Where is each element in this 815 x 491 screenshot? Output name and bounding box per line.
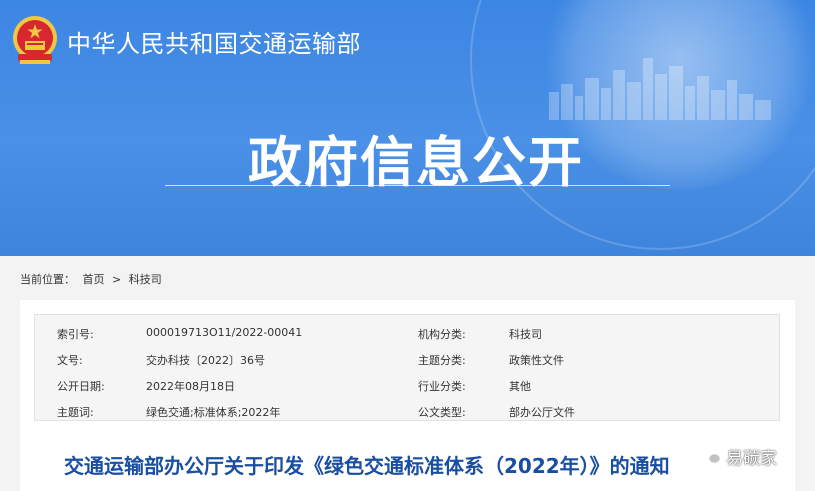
meta-value: 交办科技〔2022〕36号 — [146, 354, 265, 367]
meta-key: 公文类型: — [418, 406, 466, 419]
meta-value: 部办公厅文件 — [509, 406, 575, 419]
title-divider — [165, 185, 670, 186]
meta-key: 主题分类: — [418, 354, 466, 367]
national-emblem-icon — [13, 16, 57, 64]
meta-value: 政策性文件 — [509, 354, 564, 367]
meta-key: 机构分类: — [418, 328, 466, 341]
breadcrumb: 当前位置： 首页 > 科技司 — [20, 271, 166, 287]
document-title: 交通运输部办公厅关于印发《绿色交通标准体系（2022年）》的通知 — [64, 454, 670, 478]
meta-key: 行业分类: — [418, 380, 466, 393]
meta-value: 科技司 — [509, 328, 542, 341]
meta-value: 000019713O11/2022-00041 — [146, 326, 303, 339]
breadcrumb-separator: > — [112, 273, 122, 286]
meta-key: 索引号: — [57, 328, 94, 341]
watermark-text: 易碳家 — [726, 448, 777, 469]
meta-key: 文号: — [57, 354, 83, 367]
meta-key: 公开日期: — [57, 380, 105, 393]
header-banner: 中华人民共和国交通运输部 政府信息公开 — [0, 0, 815, 256]
org-name[interactable]: 中华人民共和国交通运输部 — [67, 24, 361, 59]
metadata-row: 主题词: 绿色交通;标准体系;2022年 公文类型: 部办公厅文件 — [35, 397, 779, 423]
watermark: 易碳家 — [700, 443, 777, 469]
meta-key: 主题词: — [57, 406, 94, 419]
meta-value: 其他 — [509, 380, 531, 393]
wechat-icon — [700, 446, 722, 465]
content-card: 索引号: 000019713O11/2022-00041 机构分类: 科技司 文… — [20, 300, 795, 491]
meta-value: 绿色交通;标准体系;2022年 — [146, 406, 281, 419]
city-skyline-icon — [549, 58, 771, 120]
metadata-row: 公开日期: 2022年08月18日 行业分类: 其他 — [35, 371, 779, 397]
metadata-row: 文号: 交办科技〔2022〕36号 主题分类: 政策性文件 — [35, 345, 779, 371]
metadata-row: 索引号: 000019713O11/2022-00041 机构分类: 科技司 — [35, 319, 779, 345]
meta-value: 2022年08月18日 — [146, 380, 235, 393]
breadcrumb-home-link[interactable]: 首页 — [83, 273, 105, 286]
metadata-table: 索引号: 000019713O11/2022-00041 机构分类: 科技司 文… — [34, 314, 780, 421]
breadcrumb-prefix: 当前位置： — [20, 273, 75, 286]
breadcrumb-keji-link[interactable]: 科技司 — [129, 273, 162, 286]
